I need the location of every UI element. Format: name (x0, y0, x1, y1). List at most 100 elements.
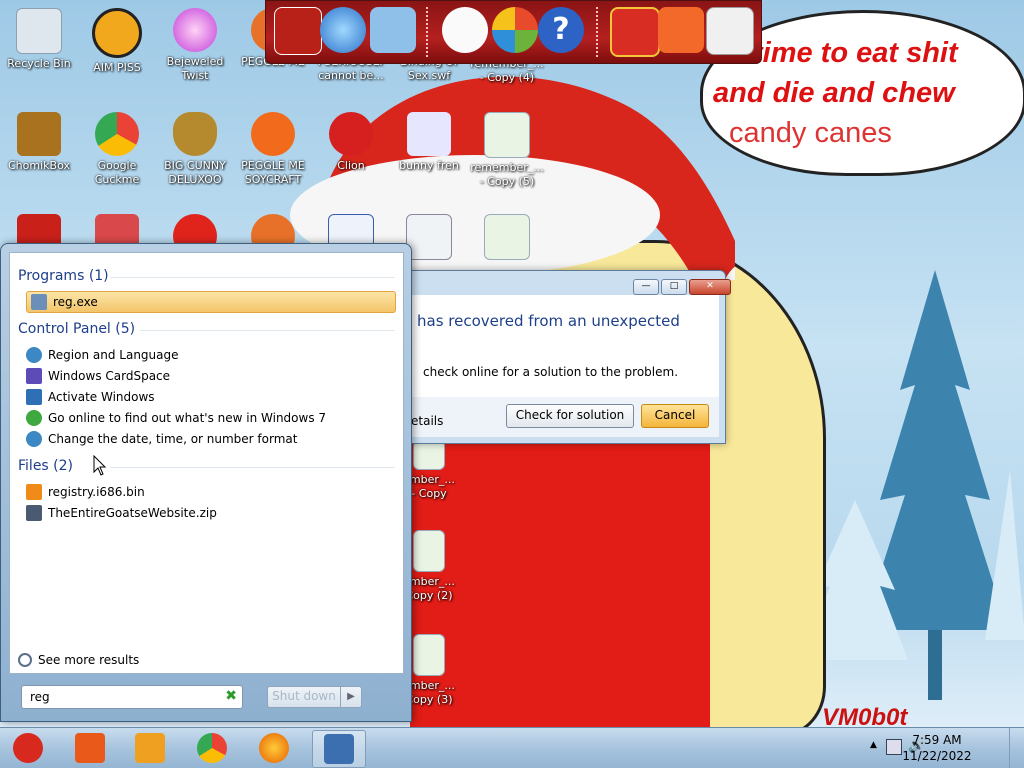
desktop-icon-chomikbox[interactable]: ChomikBox (0, 112, 78, 173)
clock[interactable]: 7:59 AM 11/22/2022 (902, 732, 972, 764)
view-details-toggle[interactable]: etails (411, 414, 443, 428)
dialog-message: has recovered from an unexpected (417, 312, 680, 330)
start-menu: Programs (1) reg.exe Control Panel (5) R… (0, 243, 412, 722)
see-more-results[interactable]: See more results (18, 653, 139, 667)
speech-line-2: and die and chew (713, 77, 955, 109)
taskbar-media-player[interactable] (124, 730, 176, 766)
devcpp-icon (329, 112, 373, 156)
see-more-label: See more results (38, 653, 140, 667)
chrome-icon (95, 112, 139, 156)
start-button[interactable] (2, 730, 54, 766)
error-dialog: — □ ✕ has recovered from an unexpected c… (404, 270, 731, 444)
desktop-icon-label: Recycle Bin (7, 57, 71, 70)
desktop-icon-remember-6[interactable] (468, 214, 546, 263)
dock-separator (426, 7, 430, 57)
desktop-icon-label: Google Cuckme (94, 159, 140, 186)
taskbar: ▲ 🔊 7:59 AM 11/22/2022 (0, 727, 1024, 768)
bejeweled-icon (173, 8, 217, 52)
dock-separator (596, 7, 600, 57)
show-hidden-icons-icon[interactable]: ▲ (870, 740, 877, 750)
snowman-icon[interactable] (442, 7, 488, 53)
speech-line-3: candy canes (729, 117, 892, 149)
control-panel-icon[interactable] (370, 7, 416, 53)
taskbar-firefox[interactable] (248, 730, 300, 766)
desktop-icon-remember-5[interactable]: remember_... - Copy (5) (468, 112, 546, 189)
desktop-icon-label: BIG CUNNY DELUXOO (164, 159, 226, 186)
start-search-input[interactable] (28, 689, 212, 705)
globe-icon (26, 347, 42, 363)
desktop-icon-label: PEGGLE ME SOYCRAFT (241, 159, 305, 186)
mouse-cursor-icon (93, 455, 107, 476)
windows-update-icon[interactable] (492, 7, 538, 53)
desktop-icon-label: bunny fren (399, 159, 459, 172)
network-tray-icon[interactable] (886, 739, 902, 755)
clear-search-icon[interactable]: ✖ (225, 688, 237, 704)
control-panel-header[interactable]: Control Panel (5) (18, 321, 135, 337)
globe-icon (26, 431, 42, 447)
money-bag-icon (173, 112, 217, 156)
clock-time: 7:59 AM (912, 733, 962, 747)
desktop-icon-bunny[interactable]: bunny fren (390, 112, 468, 173)
divider (110, 277, 395, 278)
desktop-icon-label: ChomikBox (8, 159, 70, 172)
taskbar-chrome[interactable] (186, 730, 238, 766)
aim-icon (92, 8, 142, 58)
shutdown-button[interactable]: Shut down (267, 686, 341, 708)
result-registry-bin[interactable]: registry.i686.bin (26, 482, 145, 502)
help-icon[interactable]: ? (538, 7, 584, 53)
file-icon (413, 440, 445, 470)
recycle-bin-icon (16, 8, 62, 54)
result-reg-exe[interactable]: reg.exe (26, 291, 396, 313)
clock-date: 11/22/2022 (902, 749, 972, 763)
desktop-icon-big-cunny[interactable]: BIG CUNNY DELUXOO (156, 112, 234, 187)
files-header[interactable]: Files (2) (18, 458, 73, 474)
desktop-icon-peggle-soycraft[interactable]: PEGGLE ME SOYCRAFT (234, 112, 312, 187)
pine-tree-far (985, 470, 1024, 640)
start-search-box[interactable]: ✖ (21, 685, 243, 709)
minimize-button[interactable]: — (633, 279, 659, 295)
santa-start-icon (13, 733, 43, 763)
result-whats-new[interactable]: Go online to find out what's new in Wind… (26, 408, 326, 428)
vlc-icon (26, 484, 42, 500)
result-label: registry.i686.bin (48, 485, 145, 499)
activate-icon (26, 389, 42, 405)
close-button[interactable]: ✕ (689, 279, 731, 295)
file-icon (484, 214, 530, 260)
desktop-icon-aim[interactable]: AIM PISS (78, 8, 156, 75)
dialog-prompt: check online for a solution to the probl… (423, 365, 679, 379)
divider (140, 330, 395, 331)
result-zip-file[interactable]: TheEntireGoatseWebsite.zip (26, 503, 217, 523)
firefox-icon (259, 733, 289, 763)
result-date-time-format[interactable]: Change the date, time, or number format (26, 429, 297, 449)
result-label: Go online to find out what's new in Wind… (48, 411, 327, 425)
programs-header[interactable]: Programs (1) (18, 268, 109, 284)
result-cardspace[interactable]: Windows CardSpace (26, 366, 170, 386)
result-label: Windows CardSpace (48, 369, 171, 383)
desktop-icon-label: Clion (337, 159, 365, 172)
result-activate-windows[interactable]: Activate Windows (26, 387, 155, 407)
check-for-solution-button[interactable]: Check for solution (506, 404, 634, 428)
shutdown-options-arrow[interactable]: ▶ (340, 686, 362, 708)
cancel-button[interactable]: Cancel (641, 404, 709, 428)
bunny-icon (407, 112, 451, 156)
trash-icon[interactable] (706, 7, 754, 55)
desktop-icon-clion[interactable]: Clion (312, 112, 390, 173)
desktop-icon-recycle-bin[interactable]: Recycle Bin (0, 8, 78, 71)
computer-icon[interactable] (274, 7, 322, 55)
show-desktop-button[interactable] (1009, 728, 1024, 768)
folder-icon[interactable] (658, 7, 704, 53)
desktop-icon-google-chrome[interactable]: Google Cuckme (78, 112, 156, 187)
network-icon[interactable] (320, 7, 366, 53)
search-results-pane: Programs (1) reg.exe Control Panel (5) R… (9, 252, 404, 674)
media-player-icon (135, 733, 165, 763)
result-region-language[interactable]: Region and Language (26, 345, 179, 365)
speech-line-1: time to eat shit (753, 37, 958, 69)
magnifier-icon (18, 653, 32, 667)
maximize-button[interactable]: □ (661, 279, 687, 295)
gift-icon[interactable] (610, 7, 660, 57)
taskbar-explorer[interactable] (64, 730, 116, 766)
result-label: Activate Windows (48, 390, 155, 404)
desktop-icon-bejeweled[interactable]: Bejeweled Twist (156, 8, 234, 83)
taskbar-task-app[interactable] (312, 730, 366, 768)
window-app-icon (406, 214, 452, 260)
